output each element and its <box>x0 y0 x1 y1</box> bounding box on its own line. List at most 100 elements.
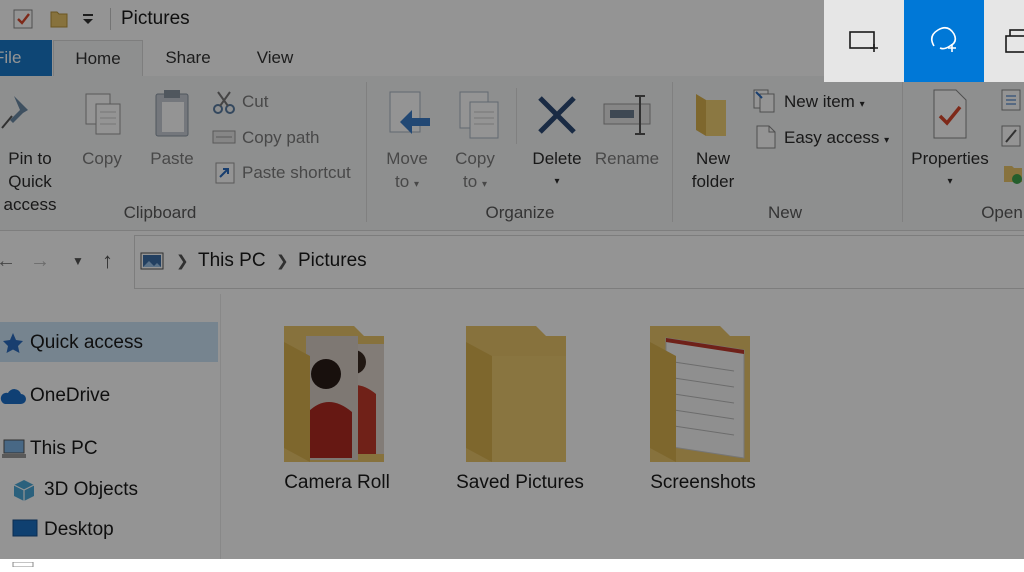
paste-shortcut-button[interactable]: Paste shortcut <box>242 163 351 183</box>
copy-to-label-line2: to ▾ <box>446 170 504 196</box>
delete-button[interactable]: Delete ▾ <box>526 147 588 193</box>
nav-label-this-pc[interactable]: This PC <box>30 438 98 460</box>
group-separator <box>902 82 903 222</box>
pin-label-line2: access <box>3 195 57 214</box>
chevron-down-icon: ▾ <box>554 176 560 187</box>
pin-quick-access-button[interactable]: Pin to Quick access <box>0 147 70 216</box>
snip-toolbar <box>824 0 1024 82</box>
move-label-line1: Move <box>386 149 428 168</box>
folder-label-saved-pictures[interactable]: Saved Pictures <box>430 472 610 494</box>
chevron-down-icon: ▾ <box>884 135 890 146</box>
copy-to-label-line1: Copy <box>455 149 495 168</box>
copy-to-icon <box>456 88 502 147</box>
cloud-icon <box>0 386 26 411</box>
freeform-snip-button[interactable] <box>904 0 984 82</box>
edit-icon <box>1000 124 1024 153</box>
chevron-down-icon: ▾ <box>859 99 865 110</box>
address-bar[interactable] <box>134 235 1024 289</box>
3d-objects-icon <box>12 478 36 507</box>
group-separator <box>672 82 673 222</box>
freeform-snip-icon <box>930 26 957 52</box>
move-to-icon <box>386 90 432 147</box>
breadcrumb-this-pc[interactable]: This PC <box>198 250 266 272</box>
screenshots-folder-icon[interactable] <box>644 322 764 473</box>
breadcrumb-pictures[interactable]: Pictures <box>298 250 367 272</box>
saved-pictures-folder-icon[interactable] <box>460 322 580 473</box>
new-folder-label-line1: New <box>695 149 730 168</box>
pictures-location-icon <box>140 252 164 275</box>
new-item-button[interactable]: New item ▾ <box>784 92 865 112</box>
new-folder-label-line2: folder <box>691 172 735 191</box>
paste-shortcut-icon <box>214 161 236 190</box>
cut-icon <box>212 90 236 119</box>
group-separator <box>366 82 367 222</box>
tab-home[interactable]: Home <box>53 40 143 77</box>
forward-arrow-icon[interactable]: → <box>30 250 50 273</box>
copy-button[interactable]: Copy <box>72 147 132 170</box>
copy-to-button[interactable]: Copy to ▾ <box>446 147 504 196</box>
window-title: Pictures <box>121 8 190 29</box>
delete-icon <box>534 92 580 143</box>
nav-label-3d-objects[interactable]: 3D Objects <box>44 479 138 501</box>
open-icon <box>1000 88 1024 117</box>
easy-access-label: Easy access <box>784 128 880 147</box>
properties-button[interactable]: Properties ▾ <box>906 147 994 193</box>
organize-divider <box>516 88 517 144</box>
desktop-icon <box>12 519 38 544</box>
tab-share[interactable]: Share <box>150 40 226 76</box>
properties-icon <box>930 88 970 145</box>
nav-label-onedrive[interactable]: OneDrive <box>30 385 110 407</box>
recent-locations-chevron-icon[interactable]: ▼ <box>72 254 84 268</box>
new-item-label: New item <box>784 92 855 111</box>
qat-dropdown-icon[interactable] <box>80 12 102 34</box>
new-folder-button[interactable]: New folder <box>680 147 746 193</box>
easy-access-button[interactable]: Easy access ▾ <box>784 128 889 148</box>
title-separator <box>110 8 111 30</box>
breadcrumb-chevron-icon[interactable]: ❯ <box>276 252 289 270</box>
properties-label: Properties <box>911 149 989 168</box>
chevron-down-icon: ▾ <box>947 176 953 187</box>
folder-label-camera-roll[interactable]: Camera Roll <box>247 472 427 494</box>
chevron-down-icon: ▾ <box>413 179 419 190</box>
chevron-down-icon: ▾ <box>481 179 487 190</box>
tab-view[interactable]: View <box>236 40 314 76</box>
pin-label-line1: Pin to Quick <box>8 149 52 191</box>
paste-icon <box>152 88 196 145</box>
properties-qat-icon[interactable] <box>12 8 34 30</box>
nav-label-desktop[interactable]: Desktop <box>44 519 114 541</box>
new-item-icon <box>752 88 778 119</box>
easy-access-icon <box>754 124 778 155</box>
breadcrumb-chevron-icon[interactable]: ❯ <box>176 252 189 270</box>
copy-path-icon <box>212 127 236 152</box>
rectangular-snip-button[interactable] <box>824 0 904 82</box>
window-snip-button[interactable] <box>984 0 1024 82</box>
move-label-to: to <box>395 172 410 191</box>
delete-label: Delete <box>532 149 582 168</box>
copy-path-button[interactable]: Copy path <box>242 128 320 148</box>
new-folder-qat-icon[interactable] <box>48 8 70 30</box>
tab-file[interactable]: File <box>0 40 52 76</box>
rename-button[interactable]: Rename <box>592 147 662 170</box>
copy-icon <box>82 90 126 145</box>
star-icon <box>2 332 24 359</box>
copy-to-label-to: to <box>463 172 478 191</box>
new-group-label: New <box>767 203 802 222</box>
up-arrow-icon[interactable]: ↑ <box>102 248 113 274</box>
window-snip-icon <box>1005 29 1024 53</box>
camera-roll-folder-icon[interactable] <box>278 322 398 473</box>
back-arrow-icon[interactable]: ← <box>0 250 16 273</box>
open-group-label: Open <box>981 203 1023 222</box>
cut-button[interactable]: Cut <box>242 92 268 112</box>
paste-button[interactable]: Paste <box>143 147 201 170</box>
clipboard-group-label: Clipboard <box>123 203 197 222</box>
pin-icon <box>0 90 40 141</box>
nav-label-quick-access[interactable]: Quick access <box>30 332 143 354</box>
move-label-line2: to ▾ <box>378 170 436 196</box>
rename-icon <box>602 92 654 143</box>
move-to-button[interactable]: Move to ▾ <box>378 147 436 196</box>
computer-icon <box>2 438 26 465</box>
folder-label-screenshots[interactable]: Screenshots <box>613 472 793 494</box>
new-folder-icon <box>692 90 732 143</box>
organize-group-label: Organize <box>485 203 555 222</box>
rectangular-snip-icon <box>849 31 878 52</box>
